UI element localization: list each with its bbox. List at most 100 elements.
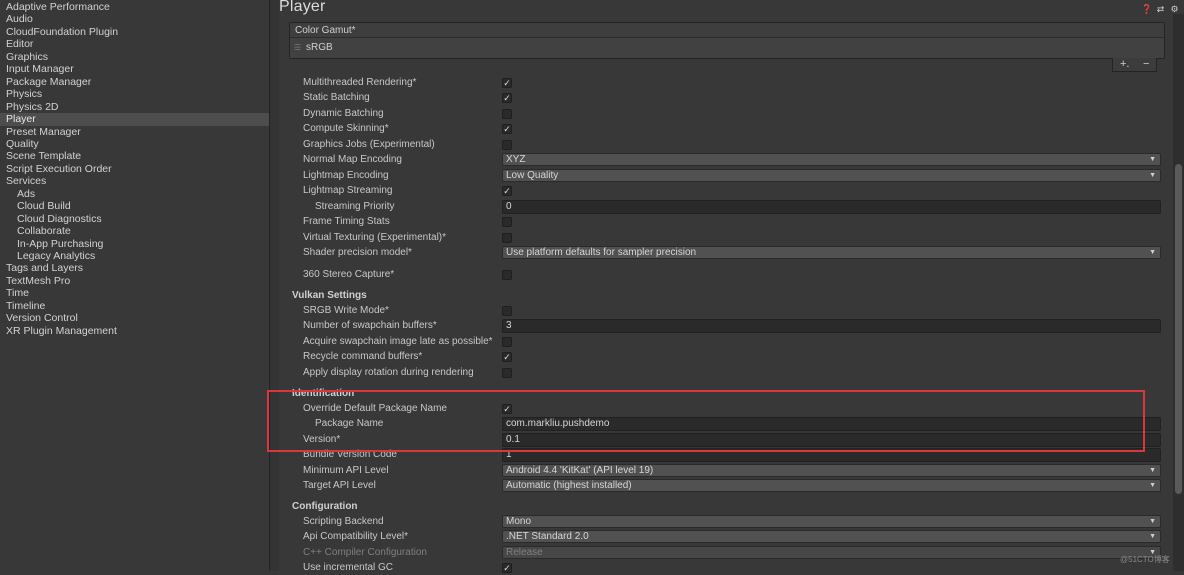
api-compatibility-value: .NET Standard 2.0 <box>506 531 589 542</box>
sidebar-item-preset-manager[interactable]: Preset Manager <box>0 126 269 139</box>
sidebar-item-scene-template[interactable]: Scene Template <box>0 150 269 163</box>
sidebar-item-services[interactable]: Services <box>0 175 269 188</box>
scrollbar-thumb[interactable] <box>1175 164 1182 494</box>
sidebar-item-input-manager[interactable]: Input Manager <box>0 63 269 76</box>
vulkan-settings-header: Vulkan Settings <box>292 290 367 301</box>
sidebar-item-cloud-diagnostics[interactable]: Cloud Diagnostics <box>0 213 269 226</box>
page-title: Player <box>279 0 326 15</box>
compute-skinning-label: Compute Skinning* <box>303 123 389 134</box>
version-label: Version* <box>303 434 341 445</box>
swapchain-buffers-label: Number of swapchain buffers* <box>303 320 437 331</box>
virtual-texturing-checkbox[interactable] <box>502 233 512 243</box>
dropdown-arrow-icon: ▼ <box>1149 156 1156 163</box>
dropdown-arrow-icon: ▼ <box>1149 533 1156 540</box>
lightmap-encoding-label: Lightmap Encoding <box>303 170 389 181</box>
sidebar-item-cloudfoundation-plugin[interactable]: CloudFoundation Plugin <box>0 26 269 39</box>
dynamic-batching-checkbox[interactable] <box>502 109 512 119</box>
color-gamut-footer: +. − <box>1112 58 1157 72</box>
presets-icon[interactable]: ⇄ <box>1155 4 1166 15</box>
package-name-field[interactable]: com.markliu.pushdemo <box>502 417 1161 431</box>
multithreaded-rendering-label: Multithreaded Rendering* <box>303 77 417 88</box>
remove-item-button[interactable]: − <box>1143 58 1149 70</box>
bundle-version-code-label: Bundle Version Code <box>303 449 397 460</box>
api-compatibility-dropdown[interactable]: .NET Standard 2.0 ▼ <box>502 530 1161 543</box>
streaming-priority-field[interactable]: 0 <box>502 200 1161 214</box>
sidebar-item-adaptive-performance[interactable]: Adaptive Performance <box>0 1 269 14</box>
target-api-level-dropdown[interactable]: Automatic (highest installed) ▼ <box>502 479 1161 492</box>
dynamic-batching-label: Dynamic Batching <box>303 108 384 119</box>
sidebar-item-physics[interactable]: Physics <box>0 88 269 101</box>
dropdown-arrow-icon: ▼ <box>1149 467 1156 474</box>
inspector-scrollbar[interactable] <box>1173 14 1184 571</box>
shader-precision-model-label: Shader precision model* <box>303 247 412 258</box>
lightmap-encoding-value: Low Quality <box>506 170 559 181</box>
bundle-version-code-field[interactable]: 1 <box>502 448 1161 462</box>
color-gamut-item[interactable]: ☰ sRGB <box>290 38 1164 58</box>
shader-precision-model-dropdown[interactable]: Use platform defaults for sampler precis… <box>502 246 1161 259</box>
dropdown-arrow-icon: ▼ <box>1149 518 1156 525</box>
srgb-write-mode-checkbox[interactable] <box>502 306 512 316</box>
identification-header: Identification <box>292 388 355 399</box>
lightmap-streaming-checkbox[interactable]: ✓ <box>502 186 512 196</box>
sidebar-item-collaborate[interactable]: Collaborate <box>0 225 269 238</box>
acquire-swapchain-late-label: Acquire swapchain image late as possible… <box>303 336 493 347</box>
sidebar-item-version-control[interactable]: Version Control <box>0 312 269 325</box>
cpp-compiler-config-dropdown: Release ▼ <box>502 546 1161 559</box>
scripting-backend-label: Scripting Backend <box>303 516 384 527</box>
min-api-level-value: Android 4.4 'KitKat' (API level 19) <box>506 465 654 476</box>
scripting-backend-value: Mono <box>506 516 532 527</box>
frame-timing-stats-label: Frame Timing Stats <box>303 216 390 227</box>
color-gamut-list: Color Gamut* ☰ sRGB <box>289 22 1165 59</box>
sidebar-item-graphics[interactable]: Graphics <box>0 51 269 64</box>
incremental-gc-checkbox[interactable]: ✓ <box>502 563 512 573</box>
sidebar-item-audio[interactable]: Audio <box>0 13 269 26</box>
sidebar-item-quality[interactable]: Quality <box>0 138 269 151</box>
add-item-button[interactable]: +. <box>1120 58 1129 70</box>
sidebar-item-textmesh-pro[interactable]: TextMesh Pro <box>0 275 269 288</box>
sidebar-item-package-manager[interactable]: Package Manager <box>0 76 269 89</box>
watermark: @51CTO博客 <box>1120 555 1170 564</box>
recycle-command-buffers-label: Recycle command buffers* <box>303 351 423 362</box>
lightmap-encoding-dropdown[interactable]: Low Quality ▼ <box>502 169 1161 182</box>
static-batching-label: Static Batching <box>303 92 370 103</box>
settings-sidebar: Adaptive Performance Audio CloudFoundation… <box>0 0 270 571</box>
sidebar-item-editor[interactable]: Editor <box>0 38 269 51</box>
apply-display-rotation-checkbox[interactable] <box>502 368 512 378</box>
sidebar-item-physics-2d[interactable]: Physics 2D <box>0 101 269 114</box>
sidebar-item-tags-and-layers[interactable]: Tags and Layers <box>0 262 269 275</box>
frame-timing-stats-checkbox[interactable] <box>502 217 512 227</box>
static-batching-checkbox[interactable]: ✓ <box>502 93 512 103</box>
compute-skinning-checkbox[interactable]: ✓ <box>502 124 512 134</box>
color-gamut-item-label: sRGB <box>306 42 333 53</box>
package-name-label: Package Name <box>315 418 384 429</box>
drag-handle-icon[interactable]: ☰ <box>294 38 301 58</box>
normal-map-encoding-dropdown[interactable]: XYZ ▼ <box>502 153 1161 166</box>
multithreaded-rendering-checkbox[interactable]: ✓ <box>502 78 512 88</box>
sidebar-item-player[interactable]: Player <box>0 113 269 126</box>
graphics-jobs-label: Graphics Jobs (Experimental) <box>303 139 435 150</box>
sidebar-item-timeline[interactable]: Timeline <box>0 300 269 313</box>
stereo-capture-checkbox[interactable] <box>502 270 512 280</box>
acquire-swapchain-late-checkbox[interactable] <box>502 337 512 347</box>
swapchain-buffers-field[interactable]: 3 <box>502 319 1161 333</box>
override-package-name-label: Override Default Package Name <box>303 403 447 414</box>
scripting-backend-dropdown[interactable]: Mono ▼ <box>502 515 1161 528</box>
version-field[interactable]: 0.1 <box>502 433 1161 447</box>
min-api-level-label: Minimum API Level <box>303 465 389 476</box>
stereo-capture-label: 360 Stereo Capture* <box>303 269 395 280</box>
help-icon[interactable]: ❓ <box>1141 4 1152 15</box>
min-api-level-dropdown[interactable]: Android 4.4 'KitKat' (API level 19) ▼ <box>502 464 1161 477</box>
recycle-command-buffers-checkbox[interactable]: ✓ <box>502 352 512 362</box>
override-package-name-checkbox[interactable]: ✓ <box>502 404 512 414</box>
lightmap-streaming-label: Lightmap Streaming <box>303 185 393 196</box>
sidebar-item-xr-plugin-management[interactable]: XR Plugin Management <box>0 325 269 338</box>
sidebar-splitter[interactable] <box>270 0 279 571</box>
sidebar-item-script-execution-order[interactable]: Script Execution Order <box>0 163 269 176</box>
incremental-gc-label: Use incremental GC <box>303 562 394 573</box>
graphics-jobs-checkbox[interactable] <box>502 140 512 150</box>
sidebar-item-time[interactable]: Time <box>0 287 269 300</box>
sidebar-item-cloud-build[interactable]: Cloud Build <box>0 200 269 213</box>
sidebar-item-ads[interactable]: Ads <box>0 188 269 201</box>
sidebar-item-legacy-analytics[interactable]: Legacy Analytics <box>0 250 269 263</box>
sidebar-item-in-app-purchasing[interactable]: In-App Purchasing <box>0 238 269 251</box>
